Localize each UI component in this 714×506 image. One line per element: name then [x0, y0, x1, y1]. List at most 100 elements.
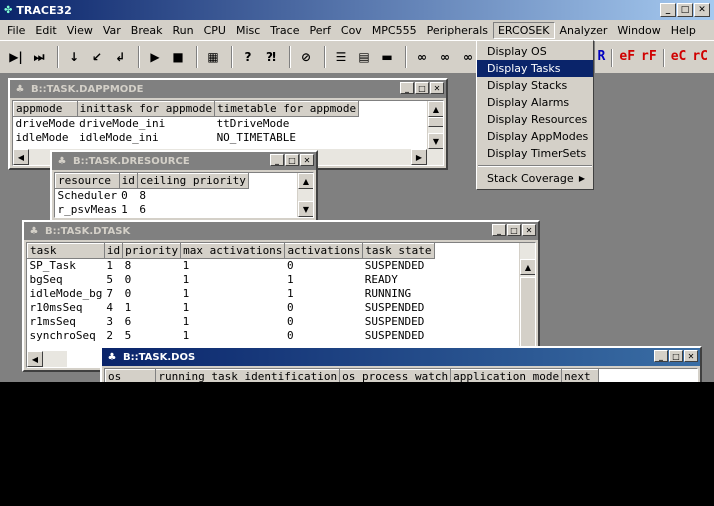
menu-cpu[interactable]: CPU [199, 22, 231, 39]
scroll-up-icon[interactable]: ▲ [298, 173, 313, 189]
minimize-icon[interactable]: _ [400, 82, 414, 94]
resource-window-titlebar[interactable]: ♣ B::TASK.DRESOURCE _ □ ✕ [52, 152, 316, 170]
maximize-icon[interactable]: □ [507, 224, 521, 236]
scroll-down-icon[interactable]: ▼ [298, 201, 313, 217]
close-icon[interactable]: ✕ [430, 82, 444, 94]
register-icon[interactable]: ▤ [354, 47, 374, 67]
os-window-titlebar[interactable]: ♣ B::TASK.DOS _ □ ✕ [102, 348, 700, 366]
table-row[interactable]: idleMode idleMode_ini NO_TIMETABLE [14, 131, 359, 145]
minimize-icon[interactable]: _ [270, 154, 284, 166]
menu-cov[interactable]: Cov [336, 22, 367, 39]
column-header[interactable]: id [103, 243, 124, 259]
step-over-icon[interactable]: ⏭ [29, 47, 49, 67]
column-header[interactable]: timetable for appmode [214, 101, 360, 117]
scroll-left-icon[interactable]: ◀ [27, 351, 43, 367]
view-watch-icon[interactable]: ∞ [458, 47, 478, 67]
trigger-button-r[interactable]: R [598, 49, 606, 67]
menu-item-display-alarms[interactable]: Display Alarms [477, 94, 593, 111]
minimize-icon[interactable]: _ [654, 350, 668, 362]
menu-ercosek[interactable]: ERCOSEK [492, 21, 555, 39]
column-header[interactable]: task state [362, 243, 435, 259]
column-header[interactable]: priority [122, 243, 182, 259]
trigger-button-ec[interactable]: eC [671, 49, 687, 67]
menu-item-stack-coverage[interactable]: Stack Coverage ▶ [477, 170, 593, 187]
column-header[interactable]: appmode [13, 101, 78, 117]
memory-icon[interactable]: ▬ [377, 47, 397, 67]
table-row[interactable]: r1msSeq 3 6 1 0 SUSPENDED [28, 315, 435, 329]
menu-item-display-tasks[interactable]: Display Tasks [477, 60, 593, 77]
step-icon[interactable]: ▶| [6, 47, 26, 67]
stop-icon[interactable]: ⊘ [296, 47, 316, 67]
menu-mpc555[interactable]: MPC555 [367, 22, 422, 39]
menu-item-display-os[interactable]: Display OS [477, 43, 593, 60]
table-row[interactable]: r10msSeq 4 1 1 0 SUSPENDED [28, 301, 435, 315]
column-header[interactable]: inittask for appmode [76, 101, 216, 117]
menu-window[interactable]: Window [612, 22, 665, 39]
resource-window[interactable]: ♣ B::TASK.DRESOURCE _ □ ✕ resource id ceil… [50, 150, 318, 222]
close-icon[interactable]: ✕ [694, 3, 710, 17]
context-help-icon[interactable]: ⁈ [261, 47, 281, 67]
close-icon[interactable]: ✕ [300, 154, 314, 166]
maximize-icon[interactable]: □ [285, 154, 299, 166]
column-header[interactable]: os [105, 369, 157, 382]
column-header[interactable]: task [27, 243, 105, 259]
column-header[interactable]: application mode [450, 369, 563, 382]
table-row[interactable]: Scheduler 0 8 [56, 189, 249, 204]
scroll-up-icon[interactable]: ▲ [428, 101, 443, 117]
scroll-up-icon[interactable]: ▲ [520, 259, 535, 275]
menu-edit[interactable]: Edit [30, 22, 61, 39]
minimize-icon[interactable]: _ [492, 224, 506, 236]
trigger-button-rc[interactable]: rC [692, 49, 708, 67]
menu-run[interactable]: Run [168, 22, 199, 39]
column-header[interactable]: id [118, 173, 138, 189]
menu-item-display-stacks[interactable]: Display Stacks [477, 77, 593, 94]
table-row[interactable]: synchroSeq 2 5 1 0 SUSPENDED [28, 329, 435, 343]
menu-analyzer[interactable]: Analyzer [555, 22, 613, 39]
menu-break[interactable]: Break [126, 22, 168, 39]
step-into-icon[interactable]: ↙ [87, 47, 107, 67]
column-header[interactable]: next [561, 369, 600, 382]
menu-view[interactable]: View [62, 22, 98, 39]
appmode-window-titlebar[interactable]: ♣ B::TASK.DAPPMODE _ □ ✕ [10, 80, 446, 98]
vertical-scrollbar[interactable]: ▲ ▼ [297, 173, 313, 217]
scroll-left-icon[interactable]: ◀ [13, 149, 29, 165]
trigger-button-ef[interactable]: eF [619, 49, 635, 67]
scroll-down-icon[interactable]: ▼ [428, 133, 443, 149]
maximize-icon[interactable]: □ [669, 350, 683, 362]
menu-file[interactable]: File [2, 22, 30, 39]
table-row[interactable]: r_psvMeas 1 6 [56, 203, 249, 217]
maximize-icon[interactable]: □ [677, 3, 693, 17]
break-icon[interactable]: ■ [168, 47, 188, 67]
chart-icon[interactable]: ▦ [203, 47, 223, 67]
menu-perf[interactable]: Perf [304, 22, 335, 39]
scroll-right-icon[interactable]: ▶ [411, 149, 427, 165]
menu-peripherals[interactable]: Peripherals [422, 22, 493, 39]
menu-trace[interactable]: Trace [265, 22, 304, 39]
go-icon[interactable]: ▶ [145, 47, 165, 67]
list-icon[interactable]: ☰ [331, 47, 351, 67]
trigger-button-rf[interactable]: rF [641, 49, 657, 67]
task-window-titlebar[interactable]: ♣ B::TASK.DTASK _ □ ✕ [24, 222, 538, 240]
column-header[interactable]: ceiling priority [136, 173, 249, 189]
column-header[interactable]: running task identification [155, 369, 341, 382]
var-watch-icon[interactable]: ∞ [435, 47, 455, 67]
return-icon[interactable]: ↲ [110, 47, 130, 67]
close-icon[interactable]: ✕ [522, 224, 536, 236]
table-row[interactable]: idleMode_bg 7 0 1 1 RUNNING [28, 287, 435, 301]
minimize-icon[interactable]: _ [660, 3, 676, 17]
column-header[interactable]: resource [55, 173, 120, 189]
column-header[interactable]: os process watch [339, 369, 452, 382]
vertical-scrollbar[interactable]: ▲ ▼ [427, 101, 443, 149]
menu-item-display-timersets[interactable]: Display TimerSets [477, 145, 593, 162]
menu-var[interactable]: Var [98, 22, 126, 39]
column-header[interactable]: max activations [180, 243, 286, 259]
column-header[interactable]: activations [284, 243, 364, 259]
close-icon[interactable]: ✕ [684, 350, 698, 362]
maximize-icon[interactable]: □ [415, 82, 429, 94]
horizontal-scrollbar[interactable]: ◀ [27, 351, 67, 367]
table-row[interactable]: SP_Task 1 8 1 0 SUSPENDED [28, 259, 435, 274]
table-row[interactable]: bgSeq 5 0 1 1 READY [28, 273, 435, 287]
os-window[interactable]: ♣ B::TASK.DOS _ □ ✕ os running task ident… [100, 346, 702, 382]
menu-misc[interactable]: Misc [231, 22, 265, 39]
watch-icon[interactable]: ∞ [412, 47, 432, 67]
